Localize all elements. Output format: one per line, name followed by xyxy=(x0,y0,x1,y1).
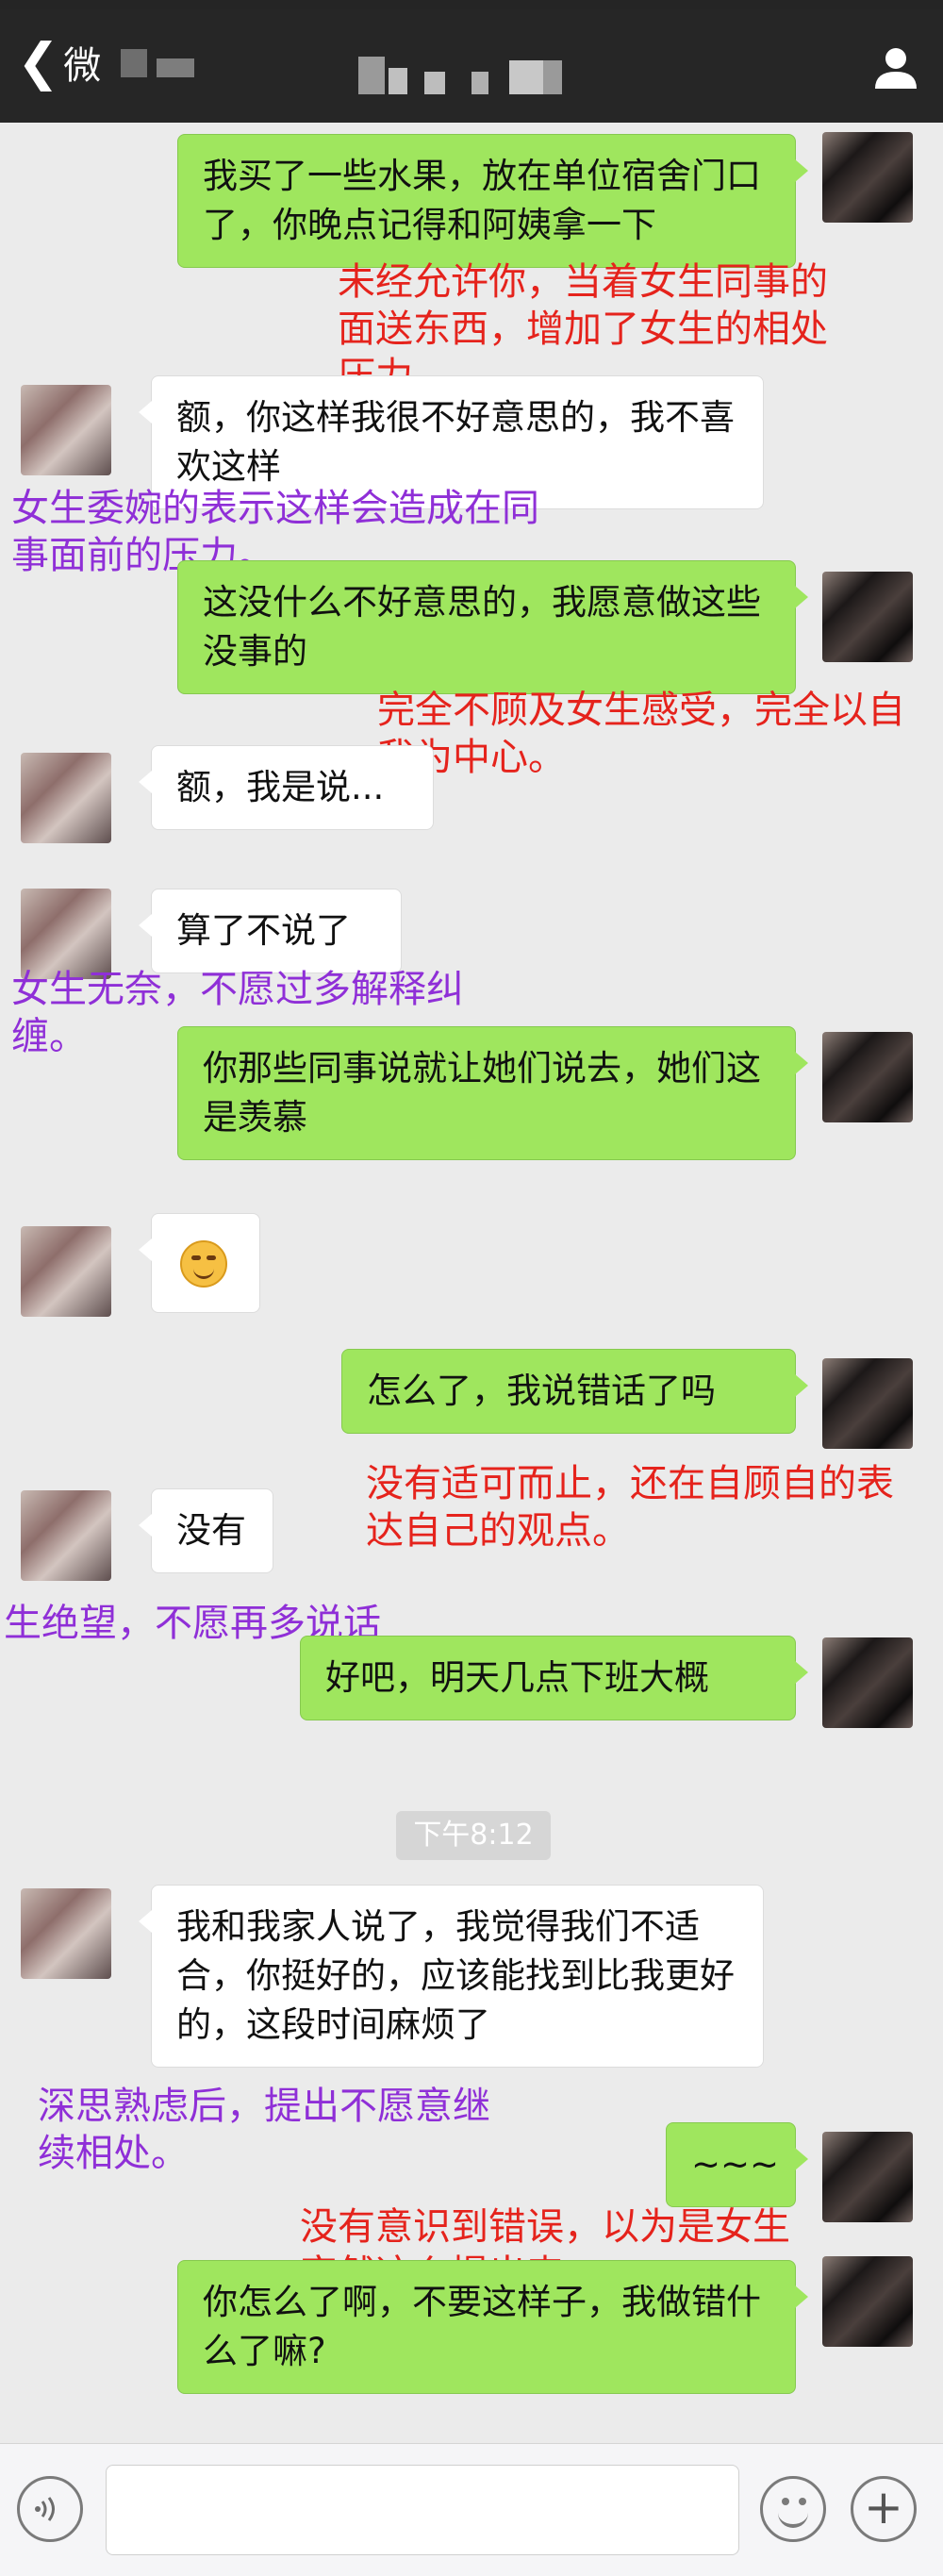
status-bar xyxy=(0,0,943,9)
message-text: 怎么了，我说错话了吗 xyxy=(367,1371,716,1411)
back-button[interactable]: ❮ 微 xyxy=(17,32,194,91)
back-chevron-icon: ❮ xyxy=(17,32,60,91)
chat-area[interactable]: 我买了一些水果，放在单位宿舍门口了，你晚点记得和阿姨拿一下 未经允许你，当着女生… xyxy=(0,123,943,2443)
incoming-message[interactable] xyxy=(139,1213,260,1313)
message-input[interactable] xyxy=(106,2465,739,2555)
message-text: 算了不说了 xyxy=(176,910,351,951)
grimace-emoji xyxy=(180,1240,227,1288)
contact-avatar[interactable] xyxy=(21,753,111,843)
contact-avatar[interactable] xyxy=(21,385,111,475)
outgoing-message[interactable]: 我买了一些水果，放在单位宿舍门口了，你晚点记得和阿姨拿一下 xyxy=(177,134,808,268)
incoming-message[interactable]: 算了不说了 xyxy=(139,889,402,973)
outgoing-message[interactable]: 你那些同事说就让她们说去，她们这是羡慕 xyxy=(177,1026,808,1160)
message-text: 我买了一些水果，放在单位宿舍门口了，你晚点记得和阿姨拿一下 xyxy=(203,156,761,245)
message-text: 你怎么了啊，不要这样子，我做错什么了嘛? xyxy=(203,2282,761,2371)
blurred-chat-title xyxy=(358,57,585,94)
message-text: 额，我是说... xyxy=(176,767,385,807)
my-avatar[interactable] xyxy=(822,1637,913,1728)
incoming-message[interactable]: 额，我是说... xyxy=(139,745,434,830)
outgoing-message[interactable]: ~~~ xyxy=(666,2122,808,2207)
blurred-back-text xyxy=(157,58,194,77)
chat-header: ❮ 微 xyxy=(0,9,943,123)
profile-button[interactable] xyxy=(869,42,922,94)
incoming-message[interactable]: 没有 xyxy=(139,1488,273,1573)
annotation-note: 完全不顾及女生感受，完全以自我为中心。 xyxy=(377,689,905,779)
input-bar: + xyxy=(0,2443,943,2576)
incoming-message[interactable]: 我和我家人说了，我觉得我们不适合，你挺好的，应该能找到比我更好的，这段时间麻烦了 xyxy=(139,1885,764,2068)
contact-avatar[interactable] xyxy=(21,1888,111,1979)
my-avatar[interactable] xyxy=(822,2132,913,2222)
annotation-note: 没有适可而止，还在自顾自的表达自己的观点。 xyxy=(366,1462,894,1553)
message-text: 好吧，明天几点下班大概 xyxy=(325,1657,709,1698)
contact-avatar[interactable] xyxy=(21,1226,111,1317)
plus-icon: + xyxy=(864,2480,903,2534)
outgoing-message[interactable]: 怎么了，我说错话了吗 xyxy=(341,1349,808,1434)
message-text: 这没什么不好意思的，我愿意做这些没事的 xyxy=(203,582,761,672)
profile-icon xyxy=(875,48,917,89)
contact-avatar[interactable] xyxy=(21,1490,111,1581)
my-avatar[interactable] xyxy=(822,2256,913,2347)
back-label: 微 xyxy=(63,44,102,88)
message-text: ~~~ xyxy=(691,2144,780,2185)
my-avatar[interactable] xyxy=(822,572,913,662)
message-text: 额，你这样我很不好意思的，我不喜欢这样 xyxy=(176,397,735,487)
my-avatar[interactable] xyxy=(822,1032,913,1122)
outgoing-message[interactable]: 好吧，明天几点下班大概 xyxy=(300,1636,808,1720)
timestamp: 下午8:12 xyxy=(396,1811,551,1860)
outgoing-message[interactable]: 你怎么了啊，不要这样子，我做错什么了嘛? xyxy=(177,2260,808,2394)
message-text: 我和我家人说了，我觉得我们不适合，你挺好的，应该能找到比我更好的，这段时间麻烦了 xyxy=(176,1906,735,2045)
voice-icon xyxy=(35,2497,55,2521)
my-avatar[interactable] xyxy=(822,1358,913,1449)
plus-button[interactable]: + xyxy=(851,2476,917,2542)
voice-button[interactable] xyxy=(17,2476,83,2542)
message-text: 没有 xyxy=(176,1510,246,1551)
outgoing-message[interactable]: 这没什么不好意思的，我愿意做这些没事的 xyxy=(177,560,808,694)
blurred-back-text xyxy=(121,49,147,77)
message-text: 你那些同事说就让她们说去，她们这是羡慕 xyxy=(203,1048,761,1138)
annotation-note: 深思熟虑后，提出不愿意继续相处。 xyxy=(38,2085,490,2175)
my-avatar[interactable] xyxy=(822,132,913,223)
emoji-button[interactable] xyxy=(760,2476,826,2542)
